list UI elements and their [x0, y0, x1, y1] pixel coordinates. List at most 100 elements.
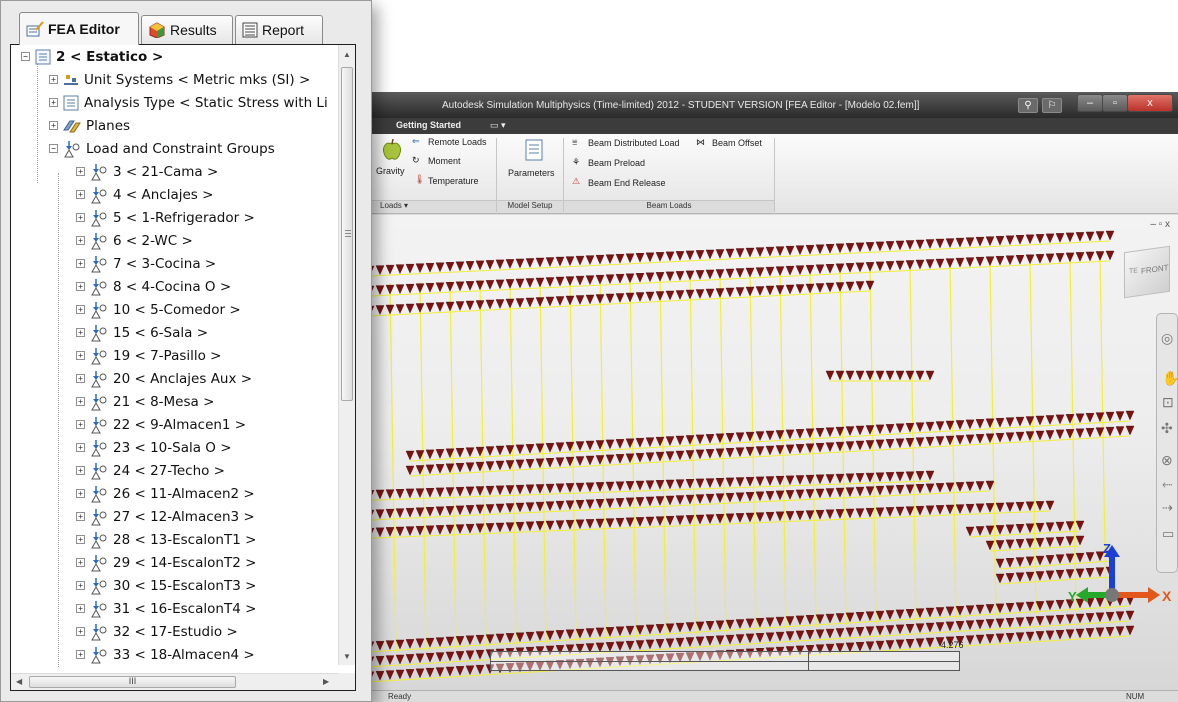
expand-icon[interactable]: +	[76, 650, 85, 659]
scroll-left-arrow-icon[interactable]: ◀	[16, 677, 22, 686]
steering-wheel-icon[interactable]: ◎	[1161, 330, 1173, 347]
expand-icon[interactable]: +	[49, 75, 58, 84]
expand-icon[interactable]: +	[76, 351, 85, 360]
ribbon-options-icon[interactable]: ▭ ▾	[490, 120, 506, 131]
expand-icon[interactable]: +	[76, 190, 85, 199]
expand-icon[interactable]: +	[76, 420, 85, 429]
load-group-item[interactable]: +19 < 7-Pasillo >	[76, 344, 222, 367]
load-group-item[interactable]: +20 < Anclajes Aux >	[76, 367, 252, 390]
expand-icon[interactable]: +	[76, 213, 85, 222]
expand-icon[interactable]: +	[76, 236, 85, 245]
collapse-icon[interactable]: −	[49, 144, 58, 153]
load-group-item[interactable]: +21 < 8-Mesa >	[76, 390, 214, 413]
search-tool-icon[interactable]: ⚲	[1018, 98, 1038, 113]
load-group-item[interactable]: +5 < 1-Refrigerador >	[76, 206, 255, 229]
tree-item-unit-systems[interactable]: + Unit Systems < Metric mks (SI) >	[49, 68, 310, 91]
expand-icon[interactable]: +	[76, 328, 85, 337]
minimize-button[interactable]: –	[1077, 94, 1103, 112]
expand-icon[interactable]: +	[76, 167, 85, 176]
tree-root-item[interactable]: − 2 < Estatico >	[21, 45, 163, 68]
viewcube[interactable]: TE FRONT	[1124, 245, 1170, 299]
load-marker	[995, 525, 1005, 535]
expand-icon[interactable]: +	[76, 535, 85, 544]
gravity-button[interactable]: Gravity	[376, 166, 405, 176]
viewport-window-controls[interactable]: – ▫ x	[1150, 219, 1170, 230]
load-group-item[interactable]: +32 < 17-Estudio >	[76, 620, 238, 643]
load-marker	[465, 505, 475, 515]
expand-icon[interactable]: +	[76, 259, 85, 268]
expand-icon[interactable]: +	[76, 558, 85, 567]
load-marker	[485, 504, 495, 514]
load-marker	[1015, 431, 1025, 442]
load-group-item[interactable]: +15 < 6-Sala >	[76, 321, 208, 344]
load-group-item[interactable]: +4 < Anclajes >	[76, 183, 213, 206]
beam-end-release-button[interactable]: Beam End Release	[588, 178, 666, 188]
model-tree[interactable]: − 2 < Estatico > + Unit Systems < Metric…	[10, 44, 356, 691]
expand-icon[interactable]: +	[76, 466, 85, 475]
tree-horizontal-scrollbar[interactable]: ◀ III ▶	[11, 673, 355, 690]
moment-button[interactable]: Moment	[428, 156, 461, 166]
load-group-item[interactable]: +31 < 16-EscalonT4 >	[76, 597, 256, 620]
beam-offset-button[interactable]: Beam Offset	[712, 138, 762, 148]
close-button[interactable]: x	[1127, 94, 1173, 112]
expand-icon[interactable]: +	[49, 121, 58, 130]
expand-icon[interactable]: +	[76, 512, 85, 521]
load-marker	[885, 640, 895, 650]
load-group-item[interactable]: +3 < 21-Cama >	[76, 160, 218, 183]
load-group-item[interactable]: +23 < 10-Sala O >	[76, 436, 232, 459]
parameters-button[interactable]: Parameters	[508, 168, 555, 178]
expand-icon[interactable]: +	[76, 581, 85, 590]
load-group-item[interactable]: +7 < 3-Cocina >	[76, 252, 216, 275]
load-group-item[interactable]: +27 < 12-Almacen3 >	[76, 505, 255, 528]
expand-icon[interactable]: +	[49, 98, 58, 107]
beam-distributed-load-button[interactable]: Beam Distributed Load	[588, 138, 680, 148]
load-group-item[interactable]: +10 < 5-Comedor >	[76, 298, 241, 321]
maximize-button[interactable]: ▫	[1102, 94, 1128, 112]
remote-loads-button[interactable]: Remote Loads	[428, 137, 487, 147]
model-viewport[interactable]: – ▫ x TE FRONT ◎ ✋ ⊡ ✣ ⊗ ⬸ ⇢ ▭ Z X Y 4.2…	[350, 215, 1178, 690]
tree-item-planes[interactable]: + Planes	[49, 114, 130, 137]
load-group-item[interactable]: +8 < 4-Cocina O >	[76, 275, 231, 298]
fea-model-render[interactable]	[350, 215, 1178, 690]
tree-vertical-scrollbar[interactable]: ▲ ▼	[338, 45, 355, 665]
collapse-icon[interactable]: −	[21, 52, 30, 61]
temperature-button[interactable]: Temperature	[428, 176, 479, 186]
ribbon-tab-getting-started[interactable]: Getting Started	[396, 120, 461, 130]
expand-icon[interactable]: +	[76, 627, 85, 636]
tab-results[interactable]: Results	[141, 15, 233, 44]
expand-icon[interactable]: +	[76, 282, 85, 291]
load-group-item[interactable]: +22 < 9-Almacen1 >	[76, 413, 246, 436]
scroll-down-arrow-icon[interactable]: ▼	[343, 652, 351, 661]
tab-fea-editor[interactable]: FEA Editor	[19, 12, 139, 45]
load-group-item[interactable]: +26 < 11-Almacen2 >	[76, 482, 255, 505]
expand-icon[interactable]: +	[76, 374, 85, 383]
scroll-up-arrow-icon[interactable]: ▲	[343, 50, 351, 59]
load-group-item[interactable]: +28 < 13-EscalonT1 >	[76, 528, 256, 551]
expand-icon[interactable]: +	[76, 397, 85, 406]
look-icon[interactable]: ⬸	[1162, 476, 1172, 492]
zoom-icon[interactable]: ⊡	[1162, 394, 1174, 411]
tab-report[interactable]: Report	[235, 15, 323, 44]
load-group-item[interactable]: +30 < 15-EscalonT3 >	[76, 574, 256, 597]
orbit-icon[interactable]: ✣	[1161, 420, 1173, 437]
pin-tool-icon[interactable]: ⚐	[1042, 98, 1062, 113]
walk-icon[interactable]: ⇢	[1162, 500, 1173, 516]
tree-item-analysis-type[interactable]: + Analysis Type < Static Stress with Li	[49, 91, 328, 114]
load-marker	[385, 284, 395, 295]
load-group-item[interactable]: +33 < 18-Almacen4 >	[76, 643, 255, 666]
scroll-right-arrow-icon[interactable]: ▶	[323, 677, 329, 686]
center-icon[interactable]: ⊗	[1161, 452, 1173, 469]
vertical-scroll-thumb[interactable]	[341, 67, 353, 401]
horizontal-scroll-thumb[interactable]: III	[29, 676, 236, 688]
beam-preload-button[interactable]: Beam Preload	[588, 158, 645, 168]
expand-icon[interactable]: +	[76, 443, 85, 452]
pan-hand-icon[interactable]: ✋	[1162, 370, 1178, 387]
expand-icon[interactable]: +	[76, 604, 85, 613]
load-group-item[interactable]: +29 < 14-EscalonT2 >	[76, 551, 256, 574]
load-group-item[interactable]: +24 < 27-Techo >	[76, 459, 225, 482]
expand-icon[interactable]: +	[76, 305, 85, 314]
fit-icon[interactable]: ▭	[1162, 526, 1174, 542]
load-group-item[interactable]: +6 < 2-WC >	[76, 229, 193, 252]
expand-icon[interactable]: +	[76, 489, 85, 498]
tree-item-load-constraint-groups[interactable]: − Load and Constraint Groups	[49, 137, 275, 160]
